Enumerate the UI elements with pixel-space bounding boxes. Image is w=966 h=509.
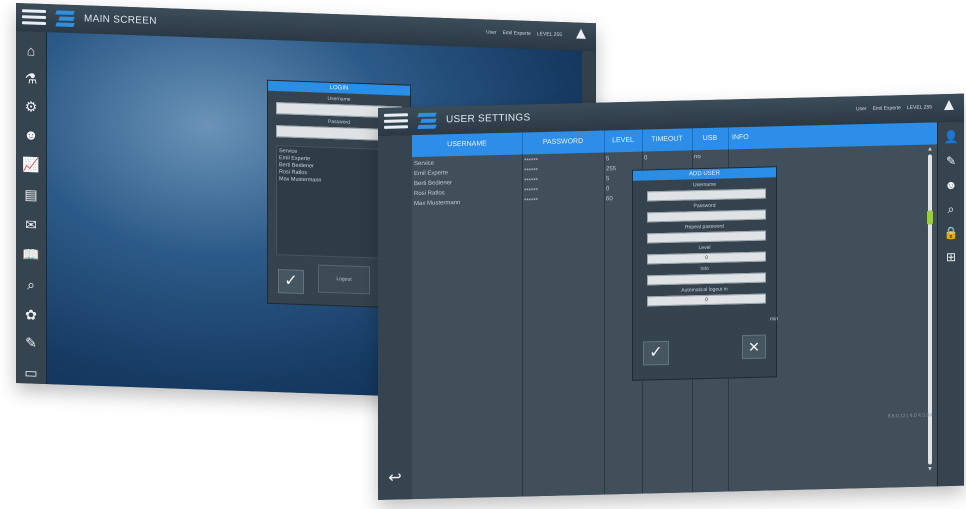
add-user-title: ADD USER [633, 167, 776, 181]
home-icon[interactable]: ⌂ [21, 41, 41, 60]
hamburger-menu-icon[interactable] [384, 111, 408, 132]
scroll-up-icon[interactable]: ▲ [926, 146, 934, 152]
left-bar: ↩ [378, 135, 412, 500]
col-level[interactable]: LEVEL [604, 129, 643, 153]
cell-username[interactable]: Emil Experte [414, 170, 448, 177]
col-timeout[interactable]: TIMEOUT [642, 128, 693, 152]
user-icon[interactable]: ☻ [942, 176, 960, 194]
login-title: LOGIN [268, 80, 410, 96]
close-icon: ✕ [748, 338, 760, 355]
cell-username[interactable]: Berti Bediener [414, 180, 452, 187]
auto-logout-unit: min [769, 316, 778, 323]
info-input[interactable] [647, 272, 766, 286]
document-edit-icon[interactable]: ✎ [21, 333, 41, 352]
col-usb[interactable]: USB [692, 127, 729, 151]
edit-user-icon[interactable]: ✎ [942, 152, 960, 170]
auto-logout-value: 0 [705, 296, 708, 304]
screen-title: MAIN SCREEN [84, 13, 157, 27]
screen-icon[interactable]: ▭ [21, 363, 41, 382]
user-table: USERNAME PASSWORD LEVEL TIMEOUT USB INFO… [412, 122, 938, 500]
user-gear-icon[interactable]: ☻ [21, 125, 41, 144]
cell-level: 0 [606, 186, 610, 193]
cell-password: ****** [524, 198, 539, 205]
user-label: User [856, 106, 867, 113]
user-label: User [486, 29, 497, 36]
user-lock-icon[interactable]: 🔒 [942, 224, 960, 242]
password-input[interactable] [647, 209, 766, 223]
cell-password: ****** [524, 158, 539, 165]
confirm-button[interactable]: ✓ [278, 269, 304, 295]
col-password[interactable]: PASSWORD [522, 130, 605, 155]
cancel-button[interactable]: ✕ [742, 334, 766, 360]
cell-usb: no [694, 154, 701, 161]
back-arrow-icon[interactable]: ↩ [384, 467, 406, 486]
logout-button[interactable]: Logout [318, 264, 370, 295]
chart-icon[interactable]: 📈 [21, 155, 41, 174]
cell-level: 5 [606, 156, 610, 163]
mail-icon[interactable]: ✉ [21, 215, 41, 234]
warning-icon[interactable] [944, 99, 954, 111]
user-level: LEVEL 255 [536, 31, 563, 39]
scroll-thumb[interactable] [927, 210, 933, 225]
book-icon[interactable]: 📖 [21, 245, 41, 264]
gear-icon[interactable]: ⚙ [21, 97, 41, 116]
user-name: Emil Experte [502, 29, 531, 37]
main-sidebar: ⌂ ⚗ ⚙ ☻ 📈 ▤ ✉ 📖 ⌕ ✿ ✎ ▭ [16, 31, 47, 385]
repeat-password-input[interactable] [647, 230, 766, 244]
confirm-button[interactable]: ✓ [643, 340, 669, 366]
version-text: 9.6.0.12 | 4.0 4.3.04 [887, 412, 932, 420]
col-info[interactable]: INFO [728, 122, 942, 149]
cell-password: ****** [524, 188, 539, 195]
col-username[interactable]: USERNAME [412, 132, 523, 158]
hamburger-menu-icon[interactable] [22, 7, 46, 28]
gear-cycle-icon[interactable]: ✿ [21, 305, 41, 324]
cell-level: 5 [606, 176, 610, 183]
screen-title: USER SETTINGS [446, 112, 531, 126]
usb-add-icon[interactable]: ⊞ [942, 248, 960, 266]
right-toolbar: 👤 ✎ ☻ ⌕ 🔒 ⊞ [937, 121, 964, 487]
username-input[interactable] [647, 188, 766, 202]
user-level: LEVEL 255 [906, 104, 933, 112]
scroll-down-icon[interactable]: ▼ [926, 466, 934, 472]
vertical-scrollbar[interactable]: ▲ ▼ [926, 146, 934, 473]
check-icon: ✓ [284, 272, 298, 290]
cell-level: 255 [606, 166, 617, 173]
user-name: Emil Experte [872, 105, 901, 112]
flask-icon[interactable]: ⚗ [21, 69, 41, 88]
cell-level: 60 [606, 196, 613, 203]
folders-icon[interactable]: ▤ [21, 185, 41, 204]
check-icon: ✓ [649, 344, 663, 362]
cell-timeout: 0 [644, 155, 648, 162]
user-info: User Emil Experte LEVEL 255 [486, 29, 568, 38]
folder-search-icon[interactable]: ⌕ [21, 275, 41, 294]
user-settings-panel: USER SETTINGS User Emil Experte LEVEL 255 … [378, 93, 964, 500]
cell-password: ****** [524, 168, 539, 175]
level-input[interactable]: 0 [647, 251, 766, 265]
add-user-icon[interactable]: 👤 [942, 128, 960, 146]
cell-username[interactable]: Service [414, 161, 434, 167]
auto-logout-input[interactable]: 0 [647, 293, 766, 307]
warning-icon[interactable] [576, 28, 586, 39]
cell-username[interactable]: Rosi Ratlos [414, 190, 445, 197]
cell-password: ****** [524, 178, 539, 185]
user-search-icon[interactable]: ⌕ [942, 200, 960, 218]
brand-logo-icon [55, 10, 75, 27]
brand-logo-icon [417, 112, 437, 130]
cell-username[interactable]: Max Mustermann [414, 200, 460, 207]
add-user-dialog: ADD USER Username Password Repeat passwo… [632, 166, 778, 381]
user-info: User Emil Experte LEVEL 255 [856, 104, 938, 112]
